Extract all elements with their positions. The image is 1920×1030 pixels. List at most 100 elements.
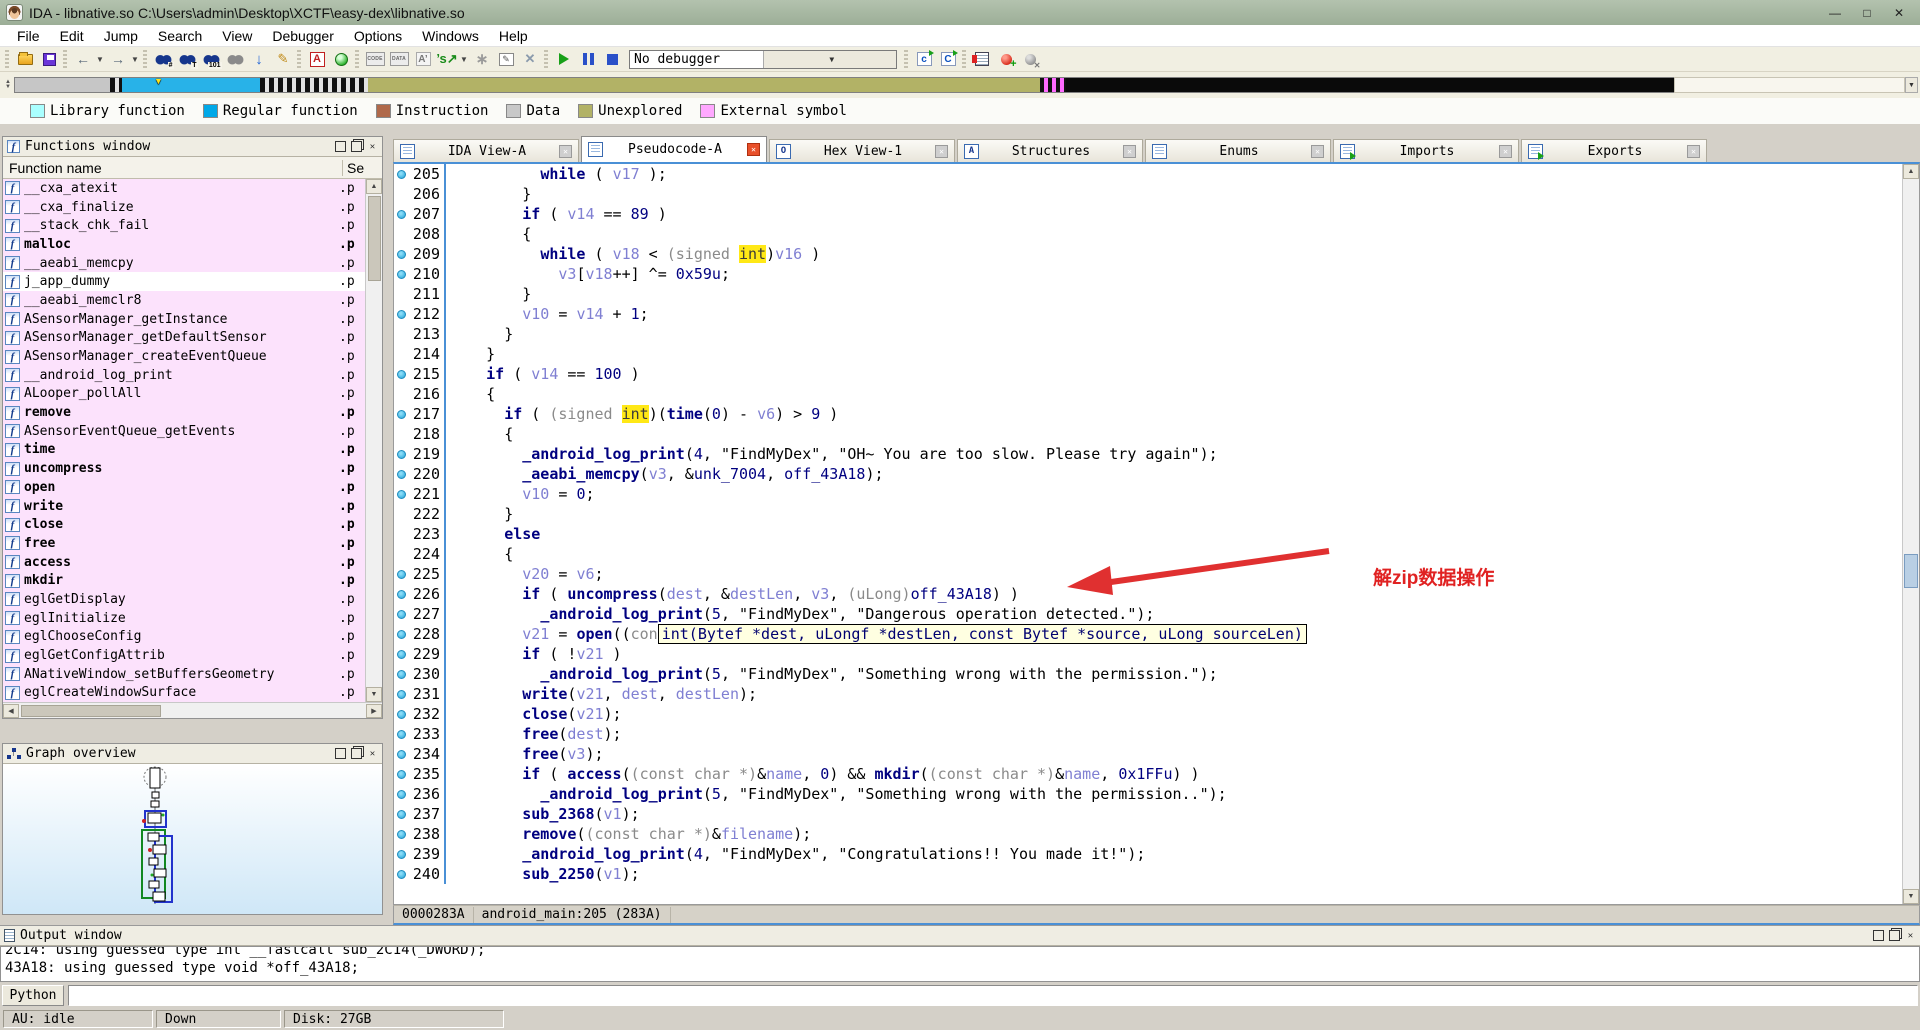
breakpoint-bullet-icon[interactable]: [397, 369, 406, 379]
tab-structures[interactable]: A Structures ✕: [957, 139, 1143, 162]
chevron-down-icon[interactable]: ▼: [762, 50, 896, 68]
open-file-button[interactable]: [14, 49, 36, 70]
breakpoint-bullet-icon[interactable]: [397, 589, 406, 599]
function-row[interactable]: f open .p: [3, 478, 365, 497]
menu-debugger[interactable]: Debugger: [263, 26, 343, 46]
menu-edit[interactable]: Edit: [51, 26, 93, 46]
function-row[interactable]: f __aeabi_memcpy .p: [3, 253, 365, 273]
function-row[interactable]: f uncompress .p: [3, 459, 365, 478]
code-line-220[interactable]: 220 _aeabi_memcpy(v3, &unk_7004, off_43A…: [394, 464, 1902, 484]
function-row[interactable]: f eglChooseConfig .p: [3, 627, 365, 647]
function-row[interactable]: f ASensorManager_createEventQueue .p: [3, 347, 365, 366]
code-line-208[interactable]: 208 {: [394, 224, 1902, 244]
code-line-215[interactable]: 215 if ( v14 == 100 ): [394, 364, 1902, 384]
tab-enums[interactable]: Enums ✕: [1145, 139, 1331, 162]
code-vscrollbar[interactable]: ▲ ▼: [1902, 164, 1919, 904]
breakpoint-bullet-icon[interactable]: [397, 829, 406, 839]
breakpoint-bullet-icon[interactable]: [397, 729, 406, 739]
debugger-stop-button[interactable]: [601, 49, 623, 70]
restore-icon[interactable]: [351, 141, 362, 152]
tab-close-icon[interactable]: ✕: [1123, 144, 1136, 158]
menu-jump[interactable]: Jump: [95, 26, 147, 46]
tab-close-icon[interactable]: ✕: [1499, 144, 1512, 158]
make-data-button[interactable]: DATA: [388, 49, 410, 70]
scroll-up-icon[interactable]: ▲: [1903, 164, 1919, 179]
function-row[interactable]: f __stack_chk_fail .p: [3, 216, 365, 236]
code-line-232[interactable]: 232 close(v21);: [394, 704, 1902, 724]
undefine-button[interactable]: ✕: [519, 49, 541, 70]
function-row[interactable]: f eglCreateWindowSurface .p: [3, 683, 365, 702]
problems-button[interactable]: A: [306, 49, 328, 70]
save-button[interactable]: [38, 49, 60, 70]
scroll-thumb[interactable]: [21, 704, 161, 717]
code-line-221[interactable]: 221 v10 = 0;: [394, 484, 1902, 504]
tab-imports[interactable]: Imports ✕: [1333, 139, 1519, 162]
close-icon[interactable]: ✕: [1905, 930, 1916, 941]
breakpoint-bullet-icon[interactable]: [397, 649, 406, 659]
code-line-207[interactable]: 207 if ( v14 == 89 ): [394, 204, 1902, 224]
delete-breakpoint-button[interactable]: [1019, 49, 1041, 70]
debugger-pause-button[interactable]: [577, 49, 599, 70]
breakpoint-bullet-icon[interactable]: [397, 669, 406, 679]
code-line-235[interactable]: 235 if ( access((const char *)&name, 0) …: [394, 764, 1902, 784]
attach-process-button[interactable]: c: [913, 49, 935, 70]
functions-column-header[interactable]: Function name Se: [3, 157, 382, 179]
scroll-down-icon[interactable]: ▼: [1903, 889, 1919, 904]
scroll-down-icon[interactable]: ▼: [366, 687, 382, 702]
navigate-back-button[interactable]: ←: [72, 49, 94, 70]
function-row[interactable]: f write .p: [3, 496, 365, 516]
code-line-205[interactable]: 205 while ( v17 );: [394, 164, 1902, 184]
functions-hscrollbar[interactable]: ◀ ▶: [3, 702, 382, 718]
output-log[interactable]: 2C14: using guessed type int __fastcall …: [0, 946, 1920, 982]
graph-overview-canvas[interactable]: [3, 764, 382, 914]
code-line-226[interactable]: 226 if ( uncompress(dest, &destLen, v3, …: [394, 584, 1902, 604]
function-row[interactable]: f close .p: [3, 515, 365, 535]
code-line-222[interactable]: 222 }: [394, 504, 1902, 524]
code-line-213[interactable]: 213 }: [394, 324, 1902, 344]
scroll-up-icon[interactable]: ▲: [366, 179, 382, 194]
navigate-forward-button[interactable]: →: [107, 49, 129, 70]
back-dropdown-icon[interactable]: ▼: [96, 55, 105, 64]
code-line-210[interactable]: 210 v3[v18++] ^= 0x59u;: [394, 264, 1902, 284]
menu-help[interactable]: Help: [490, 26, 537, 46]
code-line-216[interactable]: 216 {: [394, 384, 1902, 404]
run-to-cursor-button[interactable]: C: [937, 49, 959, 70]
navband-segment[interactable]: [368, 78, 1040, 92]
function-row[interactable]: f time .p: [3, 440, 365, 460]
code-line-227[interactable]: 227 _android_log_print(5, "FindMyDex", "…: [394, 604, 1902, 624]
highlight-button[interactable]: ✎: [272, 49, 294, 70]
function-row[interactable]: f j_app_dummy .p: [3, 272, 365, 292]
function-row[interactable]: f ASensorEventQueue_getEvents .p: [3, 421, 365, 441]
code-line-214[interactable]: 214 }: [394, 344, 1902, 364]
code-line-230[interactable]: 230 _android_log_print(5, "FindMyDex", "…: [394, 664, 1902, 684]
column-segment[interactable]: Se: [342, 159, 382, 176]
column-function-name[interactable]: Function name: [9, 160, 342, 176]
make-string-button[interactable]: A’: [412, 49, 434, 70]
code-line-206[interactable]: 206 }: [394, 184, 1902, 204]
debugger-start-button[interactable]: [553, 49, 575, 70]
breakpoint-bullet-icon[interactable]: [397, 449, 406, 459]
function-row[interactable]: f malloc .p: [3, 235, 365, 254]
function-row[interactable]: f ANativeWindow_setBuffersGeometry .p: [3, 664, 365, 684]
minimize-icon[interactable]: —: [1820, 3, 1850, 22]
menu-windows[interactable]: Windows: [413, 26, 488, 46]
code-line-211[interactable]: 211 }: [394, 284, 1902, 304]
code-line-238[interactable]: 238 remove((const char *)&filename);: [394, 824, 1902, 844]
function-row[interactable]: f remove .p: [3, 403, 365, 422]
function-row[interactable]: f eglGetDisplay .p: [3, 590, 365, 609]
code-line-237[interactable]: 237 sub_2368(v1);: [394, 804, 1902, 824]
restore-icon[interactable]: [351, 748, 362, 759]
forward-dropdown-icon[interactable]: ▼: [131, 55, 140, 64]
code-line-212[interactable]: 212 v10 = v14 + 1;: [394, 304, 1902, 324]
maximize-icon[interactable]: □: [1852, 3, 1882, 22]
breakpoint-bullet-icon[interactable]: [397, 789, 406, 799]
breakpoint-list-button[interactable]: [971, 49, 993, 70]
close-icon[interactable]: ✕: [367, 748, 378, 759]
breakpoint-bullet-icon[interactable]: [397, 489, 406, 499]
navband-segment[interactable]: [1040, 78, 1066, 92]
breakpoint-bullet-icon[interactable]: [397, 769, 406, 779]
search-again-button[interactable]: [224, 49, 246, 70]
menu-file[interactable]: File: [8, 26, 49, 46]
breakpoint-bullet-icon[interactable]: [397, 309, 406, 319]
functions-vscrollbar[interactable]: ▲ ▼: [365, 179, 382, 702]
